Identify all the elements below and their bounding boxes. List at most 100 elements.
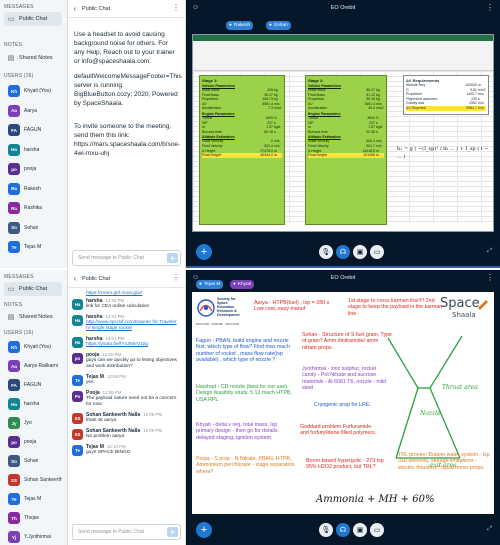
messages-section-label: MESSAGES xyxy=(4,4,34,10)
user-name: harsha xyxy=(24,401,40,407)
public-chat-label-2: Public Chat xyxy=(19,286,48,292)
user-item[interactable]: po pooja xyxy=(4,433,62,451)
message-link[interactable]: https://youtu.be/fYxJNsrVJ2g xyxy=(86,342,178,348)
actions-plus-button[interactable]: + xyxy=(196,244,212,260)
sidebar-item-shared-notes[interactable]: ▤ Shared Notes xyxy=(4,51,62,65)
user-item[interactable]: Ha harsha xyxy=(4,395,62,413)
avatar: po xyxy=(8,163,20,175)
user-item[interactable]: Ha harsha xyxy=(4,141,62,159)
fullscreen-icon-2[interactable]: ⤢ xyxy=(487,526,492,533)
chat-top-link[interactable]: https://zoom.gtrl.ncea.gov/ xyxy=(86,291,142,296)
avatar: SS xyxy=(8,474,20,486)
send-icon-2[interactable]: ➤ xyxy=(167,527,178,537)
chat-input-placeholder-2: Send message to Public Chat xyxy=(78,529,144,535)
notes-section-label-2: NOTES xyxy=(4,302,23,308)
stage2-block: Stage 2: Vehicle Parameters Initial Mass… xyxy=(305,75,387,225)
options-icon-2[interactable]: ⋮ xyxy=(486,273,494,282)
notes-icon: ▤ xyxy=(7,55,15,62)
avatar: Po xyxy=(72,391,83,402)
user-item[interactable]: Th Thejas xyxy=(4,509,62,527)
user-item[interactable]: Te Tejas M xyxy=(4,490,62,508)
fullscreen-icon[interactable]: ⤢ xyxy=(487,248,492,255)
user-item[interactable]: Aa Aarya xyxy=(4,102,62,120)
back-arrow-icon-2[interactable]: ‹ xyxy=(68,274,82,283)
user-name: Thejas xyxy=(24,515,40,521)
user-name: pooja xyxy=(24,166,37,172)
avatar: Jy xyxy=(8,417,20,429)
screenshare-button[interactable]: ▭ xyxy=(370,245,384,259)
headphones-button-2[interactable]: ☊ xyxy=(336,523,350,537)
users-sidebar-bottom: MESSAGES ▭ Public Chat NOTES ▤ Shared No… xyxy=(0,270,68,545)
sidebar-item-public-chat[interactable]: ▭ Public Chat xyxy=(4,12,62,26)
mic-icon-4: ● xyxy=(233,282,236,287)
shared-notes-label: Shared Notes xyxy=(19,55,53,61)
user-item[interactable]: Te Tejas M xyxy=(4,238,62,256)
user-name: Sohan xyxy=(24,224,39,231)
chat-input-2[interactable]: Send message to Public Chat ➤ xyxy=(72,524,181,540)
whiteboard-note: Cryogenic prop for LRE. xyxy=(314,402,371,408)
user-name: Rakesh xyxy=(24,185,41,192)
avatar: So xyxy=(8,221,20,234)
headphones-button[interactable]: ☊ xyxy=(336,245,350,259)
user-item[interactable]: Kh Khyati (You) xyxy=(4,82,62,100)
notes-section-label: NOTES xyxy=(4,42,23,48)
send-icon[interactable]: ➤ xyxy=(167,253,178,263)
screenshare-button-2[interactable]: ▭ xyxy=(370,523,384,537)
user-item[interactable]: Yj Y.Jyothirmai xyxy=(4,528,62,545)
avatar: Yj xyxy=(8,531,20,543)
avatar: po xyxy=(72,353,83,364)
user-item[interactable]: Jy Jyo xyxy=(4,414,62,432)
back-arrow-icon[interactable]: ‹ xyxy=(68,4,82,13)
talking-chip-1: ● Rakesh xyxy=(226,21,254,30)
sheet-row-value: 49.0 xyxy=(368,106,375,111)
user-name: Khyati (You) xyxy=(24,344,52,350)
message-time: 12:01 PM xyxy=(105,314,125,319)
stage1-block: Stage 1: Vehicle Parameters Initial Mass… xyxy=(199,75,285,225)
chat-icon: ▭ xyxy=(7,16,15,23)
sidebar-item-public-chat-2[interactable]: ▭ Public Chat xyxy=(4,282,62,296)
presentation-area-top: ☺ EO Orebit ⋮ ● Rakesh ● Sohan Stage 1: … xyxy=(186,0,500,268)
chat-message: Ha harsha 12:01 PM https://youtu.be/fYxJNsr… xyxy=(72,336,176,351)
avatar: Aa xyxy=(8,360,20,372)
sheet-row-unit: m/s2 xyxy=(376,106,384,111)
message-link[interactable]: http://www.spcrsif.com/traveler for Trav… xyxy=(86,320,178,332)
user-name: Aarya Railkarni xyxy=(24,363,58,369)
chat-message: po pooja 12:05 PM guys can we quickly go to… xyxy=(72,352,177,373)
more-options-icon-2[interactable]: ⋮ xyxy=(172,273,180,282)
user-item[interactable]: Ra Rashika xyxy=(4,199,62,217)
webcam-button[interactable]: ▣ xyxy=(353,245,367,259)
user-name: Jyo xyxy=(24,420,32,426)
user-item[interactable]: FA FAGUN xyxy=(4,376,62,394)
user-item[interactable]: po pooja xyxy=(4,160,62,178)
actions-plus-button-2[interactable]: + xyxy=(196,522,212,538)
users-section-label-2: USERS (16) xyxy=(4,330,34,336)
stage1-final-height: Final Height 40344.0 m xyxy=(202,153,282,158)
avatar: po xyxy=(8,436,20,448)
avatar: Ha xyxy=(72,315,83,326)
meeting-title: EO Orebit xyxy=(330,5,356,11)
user-item[interactable]: So Sohan xyxy=(4,452,62,470)
stage2-title: Stage 2: xyxy=(308,78,324,83)
user-item[interactable]: FA FAGUN xyxy=(4,121,62,139)
webcam-button-2[interactable]: ▣ xyxy=(353,523,367,537)
message-time: 12:10 PM xyxy=(106,444,126,449)
chat-header: ‹ Public Chat ⋮ xyxy=(68,0,185,18)
chat-message: Ha harsha 12:00 PM link for CEA online calc… xyxy=(72,298,176,313)
options-icon[interactable]: ⋮ xyxy=(486,3,494,12)
user-item[interactable]: Aa Aarya Railkarni xyxy=(4,357,62,375)
microphone-button-2[interactable]: 🎙 xyxy=(319,523,333,537)
avatar: Aa xyxy=(8,104,20,117)
sidebar-item-shared-notes-2[interactable]: ▤ Shared Notes xyxy=(4,310,62,324)
avatar: Te xyxy=(72,445,83,456)
user-item[interactable]: Ra Rakesh xyxy=(4,180,62,198)
user-item[interactable]: SS Sohan Sankeerth Nalla xyxy=(4,471,62,489)
user-item[interactable]: So Sohan xyxy=(4,219,62,237)
chat-input[interactable]: Send message to Public Chat ➤ xyxy=(72,250,181,266)
more-options-icon[interactable]: ⋮ xyxy=(172,3,180,12)
chat-message: Te Tejas M 12:06 PM yes xyxy=(72,374,176,389)
chat-header-2: ‹ Public Chat ⋮ xyxy=(68,270,185,288)
avatar: Ha xyxy=(8,143,20,156)
user-item[interactable]: Kh Khyati (You) xyxy=(4,338,62,356)
microphone-button[interactable]: 🎙 xyxy=(319,245,333,259)
whiteboard[interactable]: Society for Space Education Research & Devel… xyxy=(192,292,494,514)
